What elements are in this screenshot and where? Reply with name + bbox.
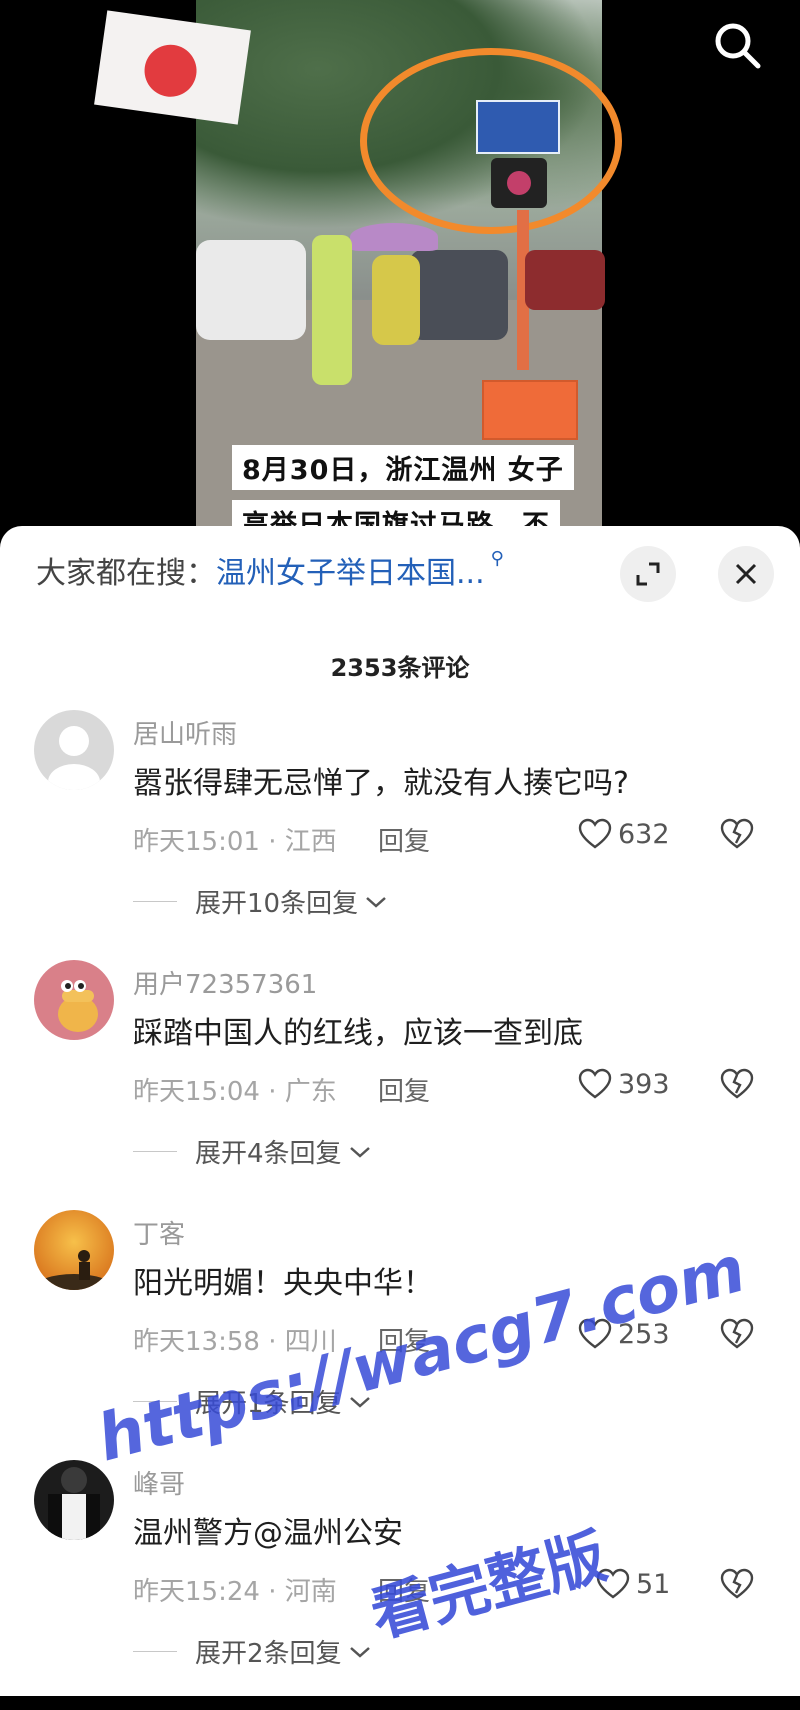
video-player[interactable]: 8月30日，浙江温州 女子 高举日本国旗过马路，不 [0,0,800,540]
heart-icon [578,818,612,849]
trending-search-keyword[interactable]: 温州女子举日本国... [216,556,485,591]
trending-search-prefix: 大家都在搜： [36,556,216,591]
road-sign [476,100,560,154]
expand-replies-label: 展开4条回复 [195,1139,342,1169]
username[interactable]: 丁客 [133,1214,185,1251]
chevron-down-icon [349,1146,370,1158]
like-button[interactable]: 632 [578,818,670,850]
car-dark [410,250,508,340]
avatar[interactable] [34,1460,114,1540]
comment-meta: 昨天15:04 · 广东 [133,1077,337,1107]
expand-replies[interactable]: 展开2条回复 [133,1633,372,1670]
divider-line [133,901,177,902]
broken-heart-icon [720,818,754,849]
scooter-rider [372,255,420,345]
comment-sheet: 大家都在搜：温州女子举日本国... ⚲ 2353条评论 居山听雨 嚣张得肆无忌惮了… [0,526,800,1696]
broken-heart-icon [720,1068,754,1099]
reply-button[interactable]: 回复 [378,1071,430,1108]
expand-replies[interactable]: 展开4条回复 [133,1133,372,1170]
comment-item: 居山听雨 嚣张得肆无忌惮了，就没有人揍它吗? 昨天15:01 · 江西 回复 6… [0,710,800,960]
avatar[interactable] [34,710,114,790]
comment-count: 2353条评论 [330,654,470,682]
chevron-down-icon [366,896,386,908]
expand-button[interactable] [620,546,676,602]
comment-item: 用户72357361 踩踏中国人的红线，应该一查到底 昨天15:04 · 广东 … [0,960,800,1210]
expand-replies-label: 展开2条回复 [195,1639,342,1669]
japanese-flag [94,10,251,125]
video-caption-line1: 8月30日，浙江温州 女子 [232,445,574,490]
comment-meta: 昨天15:01 · 江西 [133,827,337,857]
broken-heart-icon [720,1318,754,1349]
avatar[interactable] [34,960,114,1040]
avatar[interactable] [34,1210,114,1290]
like-button[interactable]: 393 [578,1068,670,1100]
broken-heart-icon [720,1568,754,1599]
like-count: 51 [636,1568,671,1600]
comment-meta: 昨天15:24 · 河南 [133,1577,337,1607]
woman-walking [312,235,352,385]
like-count: 632 [618,818,670,850]
close-icon [735,563,757,585]
comment-text: 踩踏中国人的红线，应该一查到底 [133,1016,583,1051]
username[interactable]: 用户72357361 [133,964,317,1001]
dislike-button[interactable] [720,1068,754,1104]
small-search-icon: ⚲ [490,548,504,569]
expand-replies[interactable]: 展开10条回复 [133,883,388,920]
heart-icon [578,1068,612,1099]
search-icon[interactable] [712,20,764,72]
comment-text: 嚣张得肆无忌惮了，就没有人揍它吗? [133,766,629,801]
divider-line [133,1151,177,1152]
umbrella [350,223,438,251]
traffic-light [491,158,547,208]
divider-line [133,1651,177,1652]
dislike-button[interactable] [720,1568,754,1604]
car-red [525,250,605,310]
close-button[interactable] [718,546,774,602]
chevron-down-icon [349,1646,370,1658]
comment-text: 温州警方@温州公安 [133,1516,403,1551]
comment-text: 阳光明媚！央央中华！ [133,1266,433,1301]
dislike-button[interactable] [720,818,754,854]
expand-icon [636,562,660,586]
car-white [196,240,306,340]
reply-button[interactable]: 回复 [378,821,430,858]
like-count: 393 [618,1068,670,1100]
expand-replies-label: 展开10条回复 [195,889,359,919]
username[interactable]: 居山听雨 [133,714,237,751]
username[interactable]: 峰哥 [133,1464,185,1501]
traffic-light-base [482,380,578,440]
trending-search[interactable]: 大家都在搜：温州女子举日本国... ⚲ [36,548,504,592]
dislike-button[interactable] [720,1318,754,1354]
